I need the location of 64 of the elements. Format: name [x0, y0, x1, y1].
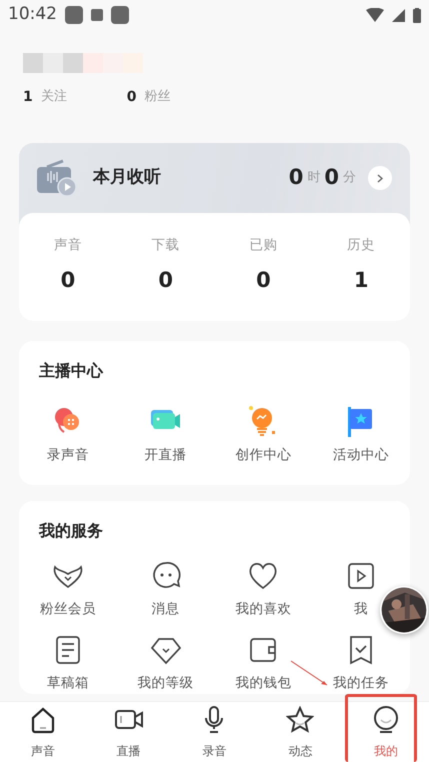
notification-icon [111, 6, 129, 24]
battery-icon [413, 8, 421, 22]
signal-icon [392, 8, 405, 22]
stat-item[interactable]: 声音 0 [19, 235, 117, 297]
shortcut-label: 草稿箱 [46, 674, 89, 694]
shortcut-label: 我的任务 [333, 674, 390, 694]
shortcut-item[interactable]: 开直播 [144, 404, 187, 465]
shortcut-label: 录声音 [46, 446, 89, 465]
listening-title: 本月收听 [93, 166, 161, 190]
shortcut-item[interactable]: 活动中心 [333, 404, 390, 465]
stat-label: 下载 [152, 236, 180, 255]
tab[interactable]: 直播 [86, 702, 172, 762]
notification-icon [65, 6, 83, 24]
stat-value: 1 [354, 267, 368, 294]
annotation-arrow [290, 660, 330, 688]
section-title: 主播中心 [38, 360, 104, 382]
shortcut-item[interactable]: 我的钱包 [235, 633, 292, 694]
wifi-icon [366, 8, 384, 22]
shortcut-item[interactable]: 我的喜欢 [235, 559, 292, 620]
annotation-box [345, 694, 417, 762]
shortcut-label: 活动中心 [333, 446, 390, 465]
minutes-value: 0 [324, 164, 339, 192]
stat-value: 0 [256, 267, 271, 294]
chevron-right-icon [377, 174, 383, 182]
more-button[interactable] [368, 166, 392, 190]
shortcut-item[interactable]: 我的等级 [138, 633, 194, 694]
radio-icon [37, 159, 77, 197]
hours-value: 0 [288, 164, 304, 192]
stat-value: 0 [60, 267, 76, 294]
star-icon [286, 706, 314, 734]
shortcut-label: 粉丝会员 [40, 600, 96, 619]
hours-unit: 时 [307, 169, 320, 188]
stat-item[interactable]: 历史 1 [312, 235, 410, 297]
notification-icon [91, 9, 103, 21]
shortcut-label: 我的等级 [138, 674, 194, 694]
stat-label: 已购 [249, 236, 278, 255]
shortcut-label: 消息 [152, 600, 180, 619]
shortcut-label: 我的钱包 [235, 674, 292, 694]
shortcut-item[interactable]: 创作中心 [235, 404, 292, 465]
stat-label: 声音 [54, 236, 82, 255]
shortcut-item[interactable]: 我 [344, 559, 378, 620]
stat-label: 历史 [347, 236, 376, 255]
section-title: 我的服务 [38, 520, 104, 542]
stat-value: 0 [158, 267, 173, 294]
tab[interactable]: 录音 [172, 702, 258, 762]
smiley-icon [372, 706, 400, 734]
fan-count[interactable]: 0 [126, 86, 136, 108]
shortcut-label: 我 [354, 600, 368, 619]
follow-count[interactable]: 1 [23, 86, 33, 108]
shortcut-item[interactable]: 我的任务 [333, 633, 390, 694]
clock-time: 10:42 [8, 3, 57, 26]
stat-item[interactable]: 已购 0 [214, 235, 312, 297]
shortcut-label: 创作中心 [235, 446, 292, 465]
minutes-unit: 分 [343, 169, 356, 188]
shortcut-item[interactable]: 草稿箱 [46, 633, 89, 694]
tab[interactable]: 声音 [0, 702, 86, 762]
tab[interactable]: 我的 [343, 702, 429, 762]
shortcut-label: 开直播 [144, 446, 187, 465]
shortcut-label: 我的喜欢 [235, 600, 292, 619]
shortcut-item[interactable]: 粉丝会员 [40, 559, 96, 620]
stat-item[interactable]: 下载 0 [116, 235, 214, 297]
shortcut-item[interactable]: 消息 [148, 559, 183, 620]
tab[interactable]: 动态 [257, 702, 344, 762]
shortcut-item[interactable]: 录声音 [46, 404, 89, 465]
